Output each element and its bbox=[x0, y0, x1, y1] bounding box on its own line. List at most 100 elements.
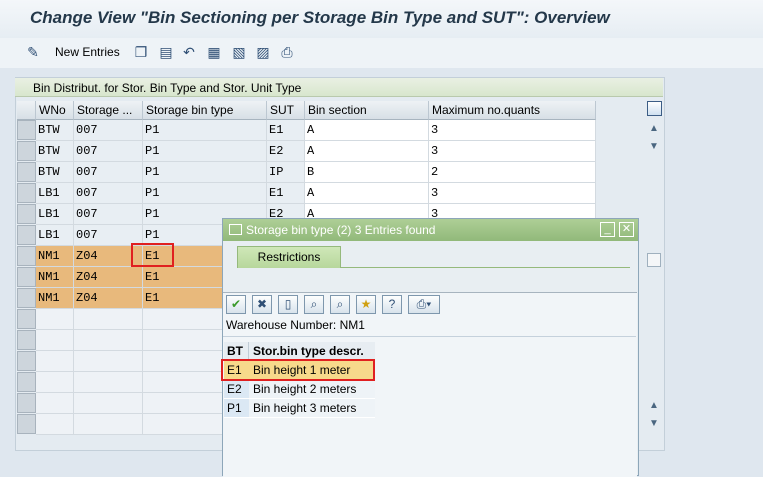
table-cell bbox=[74, 414, 143, 435]
copy-icon[interactable]: ❐ bbox=[133, 44, 149, 60]
highlight-frame bbox=[221, 359, 375, 381]
scroll-down-icon[interactable]: ▼ bbox=[647, 140, 661, 154]
dialog-title: Storage bin type (2) 3 Entries found bbox=[246, 223, 436, 237]
table-cell: 007 bbox=[74, 204, 143, 225]
table-cell: P1 bbox=[143, 120, 267, 141]
table-cell[interactable]: A bbox=[305, 120, 429, 141]
table-cell: P1 bbox=[143, 162, 267, 183]
scroll-down-icon[interactable]: ▼ bbox=[647, 417, 661, 431]
result-description-cell[interactable]: Bin height 2 meters bbox=[249, 380, 375, 399]
scroll-up-icon[interactable]: ▲ bbox=[647, 122, 661, 136]
help-icon[interactable]: ? bbox=[382, 295, 402, 314]
table-cell: E2 bbox=[267, 141, 305, 162]
table-cell bbox=[36, 393, 74, 414]
table-cell: BTW bbox=[36, 162, 74, 183]
table-cell: P1 bbox=[143, 183, 267, 204]
new-icon[interactable]: ▯ bbox=[278, 295, 298, 314]
row-selector[interactable] bbox=[17, 351, 36, 371]
table-cell: E1 bbox=[267, 183, 305, 204]
table-cell: LB1 bbox=[36, 183, 74, 204]
result-key-cell[interactable]: E2 bbox=[224, 380, 249, 399]
row-selector[interactable] bbox=[17, 288, 36, 308]
column-header-storage-type[interactable]: Storage ... bbox=[74, 101, 143, 120]
row-selector[interactable] bbox=[17, 309, 36, 329]
table-cell[interactable]: A bbox=[305, 141, 429, 162]
table-cell bbox=[36, 309, 74, 330]
table-cell bbox=[36, 372, 74, 393]
row-selector[interactable] bbox=[17, 225, 36, 245]
print-icon[interactable]: ⎙▾ bbox=[408, 295, 440, 314]
row-selector[interactable] bbox=[17, 372, 36, 392]
cancel-icon[interactable]: ✖ bbox=[252, 295, 272, 314]
table-cell: 007 bbox=[74, 162, 143, 183]
checkmark-icon[interactable]: ✔ bbox=[226, 295, 246, 314]
table-cell bbox=[74, 393, 143, 414]
display-change-icon[interactable]: ✎ bbox=[25, 44, 41, 60]
print-icon[interactable]: ⎙ bbox=[279, 44, 295, 60]
table-cell bbox=[74, 372, 143, 393]
undo-icon[interactable]: ↶ bbox=[181, 44, 197, 60]
select-all-icon[interactable]: ▦ bbox=[206, 44, 222, 60]
row-selector[interactable] bbox=[17, 120, 36, 140]
table-cell: P1 bbox=[143, 141, 267, 162]
column-header-sut[interactable]: SUT bbox=[267, 101, 305, 120]
table-cell: NM1 bbox=[36, 246, 74, 267]
application-toolbar: ✎ New Entries ❐ ▤ ↶ ▦ ▧ ▨ ⎙ bbox=[0, 38, 763, 68]
row-selector[interactable] bbox=[17, 204, 36, 224]
table-cell[interactable]: B bbox=[305, 162, 429, 183]
table-cell: Z04 bbox=[74, 267, 143, 288]
delete-icon[interactable]: ▤ bbox=[158, 44, 174, 60]
tab-restrictions[interactable]: Restrictions bbox=[237, 246, 341, 268]
column-header-wno[interactable]: WNo bbox=[36, 101, 74, 120]
scrollbar-thumb[interactable] bbox=[647, 253, 661, 267]
table-cell[interactable]: 3 bbox=[429, 141, 596, 162]
table-cell: LB1 bbox=[36, 225, 74, 246]
result-column-header-bt[interactable]: BT bbox=[224, 342, 249, 360]
table-cell: BTW bbox=[36, 141, 74, 162]
warehouse-number-label: Warehouse Number: NM1 bbox=[226, 318, 365, 332]
row-selector[interactable] bbox=[17, 183, 36, 203]
table-cell bbox=[36, 351, 74, 372]
row-selector[interactable] bbox=[17, 414, 36, 434]
deselect-all-icon[interactable]: ▨ bbox=[255, 44, 271, 60]
highlight-frame bbox=[131, 243, 174, 267]
row-selector[interactable] bbox=[17, 141, 36, 161]
table-cell bbox=[36, 414, 74, 435]
find-next-icon[interactable]: ⌕ bbox=[330, 295, 350, 314]
table-cell: LB1 bbox=[36, 204, 74, 225]
close-icon[interactable]: ✕ bbox=[619, 222, 634, 237]
table-cell[interactable]: 3 bbox=[429, 120, 596, 141]
row-selector[interactable] bbox=[17, 330, 36, 350]
scroll-up-icon[interactable]: ▲ bbox=[647, 399, 661, 413]
table-cell bbox=[74, 330, 143, 351]
result-key-cell[interactable]: P1 bbox=[224, 399, 249, 418]
column-header-max-quants[interactable]: Maximum no.quants bbox=[429, 101, 596, 120]
column-header-bin-section[interactable]: Bin section bbox=[305, 101, 429, 120]
row-selector[interactable] bbox=[17, 393, 36, 413]
favorites-icon[interactable]: ★ bbox=[356, 295, 376, 314]
new-entries-button[interactable]: New Entries bbox=[55, 45, 120, 59]
row-selector[interactable] bbox=[17, 162, 36, 182]
column-header-storage-bin-type[interactable]: Storage bin type bbox=[143, 101, 267, 120]
minimize-icon[interactable]: _ bbox=[600, 222, 615, 237]
table-cell: E1 bbox=[267, 120, 305, 141]
select-block-icon[interactable]: ▧ bbox=[231, 44, 247, 60]
table-cell: IP bbox=[267, 162, 305, 183]
separator bbox=[223, 336, 636, 337]
table-cell[interactable]: A bbox=[305, 183, 429, 204]
page-title: Change View "Bin Sectioning per Storage … bbox=[30, 8, 610, 27]
result-column-header-description[interactable]: Stor.bin type descr. bbox=[249, 342, 375, 360]
result-description-cell[interactable]: Bin height 3 meters bbox=[249, 399, 375, 418]
row-selector[interactable] bbox=[17, 267, 36, 287]
table-cell[interactable]: 3 bbox=[429, 183, 596, 204]
find-icon[interactable]: ⌕ bbox=[304, 295, 324, 314]
table-cell[interactable]: 2 bbox=[429, 162, 596, 183]
table-cell: 007 bbox=[74, 120, 143, 141]
table-settings-icon[interactable] bbox=[647, 101, 662, 116]
select-all-rows-corner[interactable] bbox=[17, 101, 36, 120]
window-icon bbox=[229, 224, 242, 235]
table-cell bbox=[36, 330, 74, 351]
row-selector[interactable] bbox=[17, 246, 36, 266]
table-cell: BTW bbox=[36, 120, 74, 141]
table-cell: NM1 bbox=[36, 267, 74, 288]
